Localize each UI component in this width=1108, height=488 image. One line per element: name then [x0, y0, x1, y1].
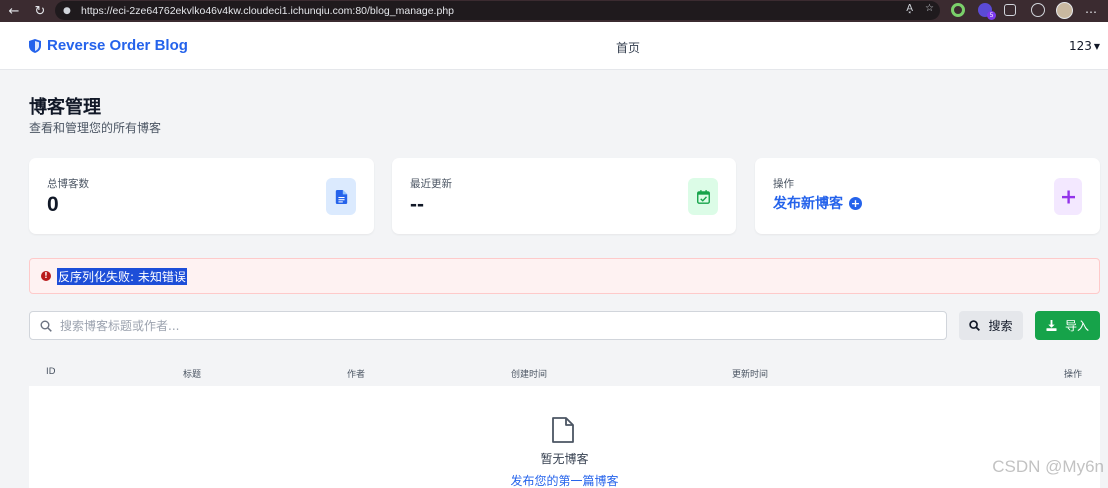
- column-header-id: ID: [46, 367, 56, 377]
- caret-down-icon: ▼: [1093, 41, 1100, 51]
- stat-action-label: 操作: [773, 178, 794, 190]
- search-icon: [40, 320, 52, 332]
- search-icon: [969, 320, 981, 331]
- column-header-author: 作者: [347, 370, 366, 380]
- extension-badge-icon[interactable]: 5: [978, 3, 996, 20]
- address-url[interactable]: https://eci-2ze64762ekvlko46v4kw.cloudec…: [81, 5, 454, 17]
- address-bar[interactable]: ● https://eci-2ze64762ekvlko46v4kw.cloud…: [55, 1, 940, 20]
- search-button-label: 搜索: [988, 319, 1013, 333]
- calendar-check-icon: [688, 178, 718, 215]
- error-alert: ! 反序列化失败: 未知错误: [29, 258, 1100, 294]
- user-menu[interactable]: 123 ▼: [1069, 39, 1100, 53]
- nav-link-home[interactable]: 首页: [616, 39, 640, 56]
- reload-icon[interactable]: ↻: [31, 2, 49, 20]
- back-arrow-icon[interactable]: ←: [5, 2, 23, 20]
- read-aloud-icon[interactable]: A͓: [906, 3, 913, 14]
- search-button[interactable]: 搜索: [959, 311, 1023, 340]
- stat-recent-value: --: [410, 193, 424, 216]
- user-name: 123: [1068, 39, 1092, 53]
- stat-card-recent: 最近更新 --: [392, 158, 736, 234]
- column-header-updated: 更新时间: [732, 370, 769, 380]
- extension-ring-icon[interactable]: [951, 3, 965, 17]
- profile-avatar[interactable]: [1056, 2, 1073, 19]
- app-navbar: Reverse Order Blog 首页 123 ▼: [0, 22, 1108, 70]
- publish-new-blog-link[interactable]: 发布新博客 +: [773, 193, 862, 213]
- stat-card-total: 总博客数 0: [29, 158, 374, 234]
- stat-recent-label: 最近更新: [410, 178, 452, 190]
- column-header-created: 创建时间: [511, 370, 548, 380]
- plus-circle-icon: +: [849, 196, 862, 210]
- history-icon[interactable]: [1031, 3, 1045, 17]
- error-message: 反序列化失败: 未知错误: [57, 267, 187, 285]
- table-body-empty: 暂无博客 发布您的第一篇博客: [29, 386, 1100, 488]
- exclamation-circle-icon: !: [41, 271, 51, 281]
- import-button[interactable]: 导入: [1035, 311, 1100, 340]
- brand-logo[interactable]: Reverse Order Blog: [29, 37, 188, 54]
- empty-state-text: 暂无博客: [540, 452, 589, 466]
- page-title: 博客管理: [29, 97, 101, 118]
- download-icon: [1046, 320, 1057, 331]
- stat-card-actions: 操作 发布新博客 +: [755, 158, 1100, 234]
- stat-total-label: 总博客数: [47, 178, 89, 190]
- brand-name: Reverse Order Blog: [47, 37, 188, 54]
- publish-link-text: 发布新博客: [773, 196, 843, 212]
- plus-icon[interactable]: [1054, 178, 1082, 215]
- watermark: CSDN @My6n: [992, 457, 1104, 476]
- favorite-star-icon[interactable]: ☆: [925, 3, 934, 14]
- column-header-title: 标题: [183, 370, 202, 380]
- import-button-label: 导入: [1064, 319, 1089, 333]
- shield-icon: [29, 38, 41, 53]
- file-outline-icon: [552, 417, 574, 443]
- column-header-actions: 操作: [1063, 370, 1082, 380]
- search-input[interactable]: [60, 318, 920, 333]
- browser-toolbar: ← ↻ ● https://eci-2ze64762ekvlko46v4kw.c…: [0, 0, 1108, 22]
- lock-icon: ●: [63, 5, 71, 16]
- publish-first-blog-link[interactable]: 发布您的第一篇博客: [29, 472, 1100, 488]
- search-box: [29, 311, 947, 340]
- stat-total-value: 0: [47, 193, 59, 216]
- document-icon: [326, 178, 356, 215]
- more-menu-icon[interactable]: …: [1085, 2, 1098, 16]
- extensions-puzzle-icon[interactable]: [1004, 4, 1016, 16]
- page-subtitle: 查看和管理您的所有博客: [29, 121, 162, 135]
- table-header: ID 标题 作者 创建时间 更新时间 操作: [29, 360, 1100, 386]
